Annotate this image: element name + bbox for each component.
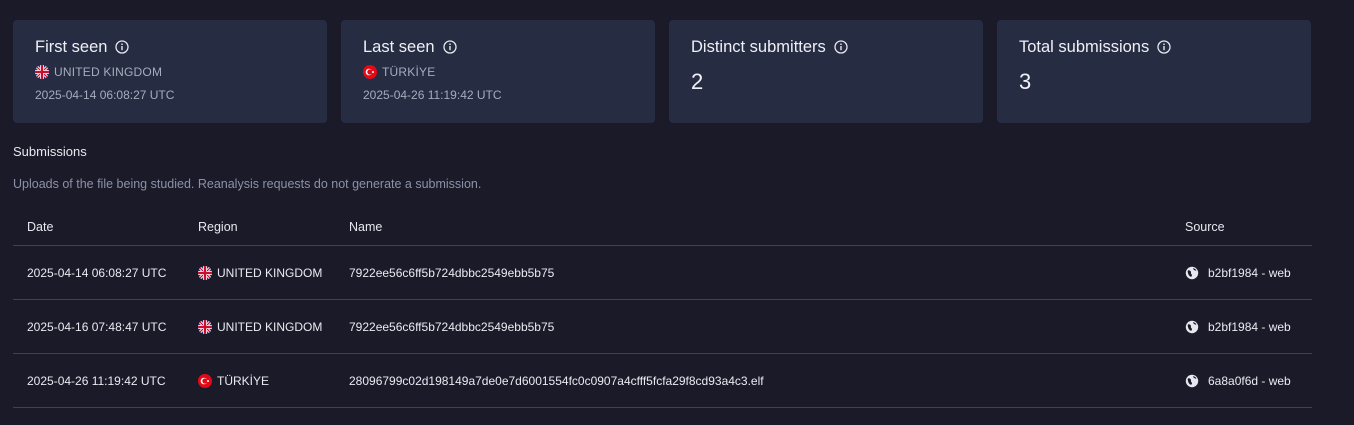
distinct-submitters-label: Distinct submitters	[691, 37, 826, 56]
total-submissions-card: Total submissions 3	[997, 20, 1311, 123]
region-name: UNITED KINGDOM	[217, 265, 323, 280]
source-label: 6a8a0f6d - web	[1208, 373, 1291, 388]
info-icon[interactable]	[1157, 40, 1171, 54]
submission-name: 7922ee56c6ff5b724dbbc2549ebb5b75	[335, 245, 1171, 300]
submission-date: 2025-04-14 06:08:27 UTC	[13, 245, 184, 300]
submission-name: 7922ee56c6ff5b724dbbc2549ebb5b75	[335, 299, 1171, 354]
first-seen-date: 2025-04-14 06:08:27 UTC	[35, 88, 175, 102]
first-seen-label: First seen	[35, 37, 108, 56]
column-header-source[interactable]: Source	[1171, 208, 1312, 246]
table-row[interactable]: 2025-04-26 11:19:42 UTC TÜRKİYE 28096799…	[13, 353, 1312, 408]
table-row[interactable]: 2025-04-16 07:48:47 UTC UNITED KINGDOM 7…	[13, 299, 1312, 354]
turkey-flag-icon	[198, 373, 212, 388]
table-row[interactable]: 2025-04-14 06:08:27 UTC UNITED KINGDOM 7…	[13, 245, 1312, 300]
submission-region: TÜRKİYE	[184, 353, 335, 408]
last-seen-title: Last seen	[363, 36, 633, 58]
globe-icon	[1185, 374, 1199, 387]
last-seen-date: 2025-04-26 11:19:42 UTC	[363, 88, 502, 102]
last-seen-label: Last seen	[363, 37, 435, 56]
submission-date: 2025-04-16 07:48:47 UTC	[13, 299, 184, 354]
uk-flag-icon	[198, 265, 212, 280]
submission-region: UNITED KINGDOM	[184, 245, 335, 300]
table-header-row: Date Region Name Source	[13, 208, 1312, 246]
submission-source: 6a8a0f6d - web	[1171, 353, 1312, 408]
total-submissions-value: 3	[1019, 69, 1032, 94]
region-name: TÜRKİYE	[217, 373, 270, 388]
globe-icon	[1185, 320, 1199, 333]
column-header-date[interactable]: Date	[13, 208, 184, 246]
country-name: TÜRKİYE	[382, 65, 436, 79]
column-header-region[interactable]: Region	[184, 208, 335, 246]
uk-flag-icon	[198, 319, 212, 334]
info-icon[interactable]	[442, 40, 457, 54]
distinct-submitters-value: 2	[691, 69, 704, 94]
source-label: b2bf1984 - web	[1208, 265, 1291, 280]
total-submissions-title: Total submissions	[1019, 36, 1289, 58]
submission-date: 2025-04-26 11:19:42 UTC	[13, 353, 184, 408]
info-icon[interactable]	[834, 40, 848, 54]
submissions-heading: Submissions	[13, 144, 87, 159]
submission-source: b2bf1984 - web	[1171, 245, 1312, 300]
uk-flag-icon	[35, 65, 49, 79]
first-seen-country: UNITED KINGDOM	[35, 65, 305, 79]
submissions-description: Uploads of the file being studied. Reana…	[13, 177, 482, 191]
submission-name: 28096799c02d198149a7de0e7d6001554fc0c090…	[335, 353, 1171, 408]
column-header-name[interactable]: Name	[335, 208, 1171, 246]
submission-region: UNITED KINGDOM	[184, 299, 335, 354]
info-icon[interactable]	[115, 40, 130, 54]
source-label: b2bf1984 - web	[1208, 319, 1291, 334]
turkey-flag-icon	[363, 65, 377, 79]
distinct-submitters-card: Distinct submitters 2	[669, 20, 983, 123]
first-seen-card: First seen UNITED KINGDOM 2025-04-14 06:…	[13, 20, 327, 123]
total-submissions-label: Total submissions	[1019, 37, 1150, 56]
first-seen-title: First seen	[35, 36, 305, 58]
distinct-submitters-title: Distinct submitters	[691, 36, 961, 58]
region-name: UNITED KINGDOM	[217, 319, 323, 334]
summary-cards: First seen UNITED KINGDOM 2025-04-14 06:…	[13, 20, 1311, 123]
last-seen-card: Last seen TÜRKİYE 2025-04-26 11:19:42 UT…	[341, 20, 655, 123]
globe-icon	[1185, 266, 1199, 279]
country-name: UNITED KINGDOM	[54, 65, 163, 79]
last-seen-country: TÜRKİYE	[363, 65, 633, 79]
submissions-table: Date Region Name Source 2025-04-14 06:08…	[13, 208, 1312, 408]
submission-source: b2bf1984 - web	[1171, 299, 1312, 354]
